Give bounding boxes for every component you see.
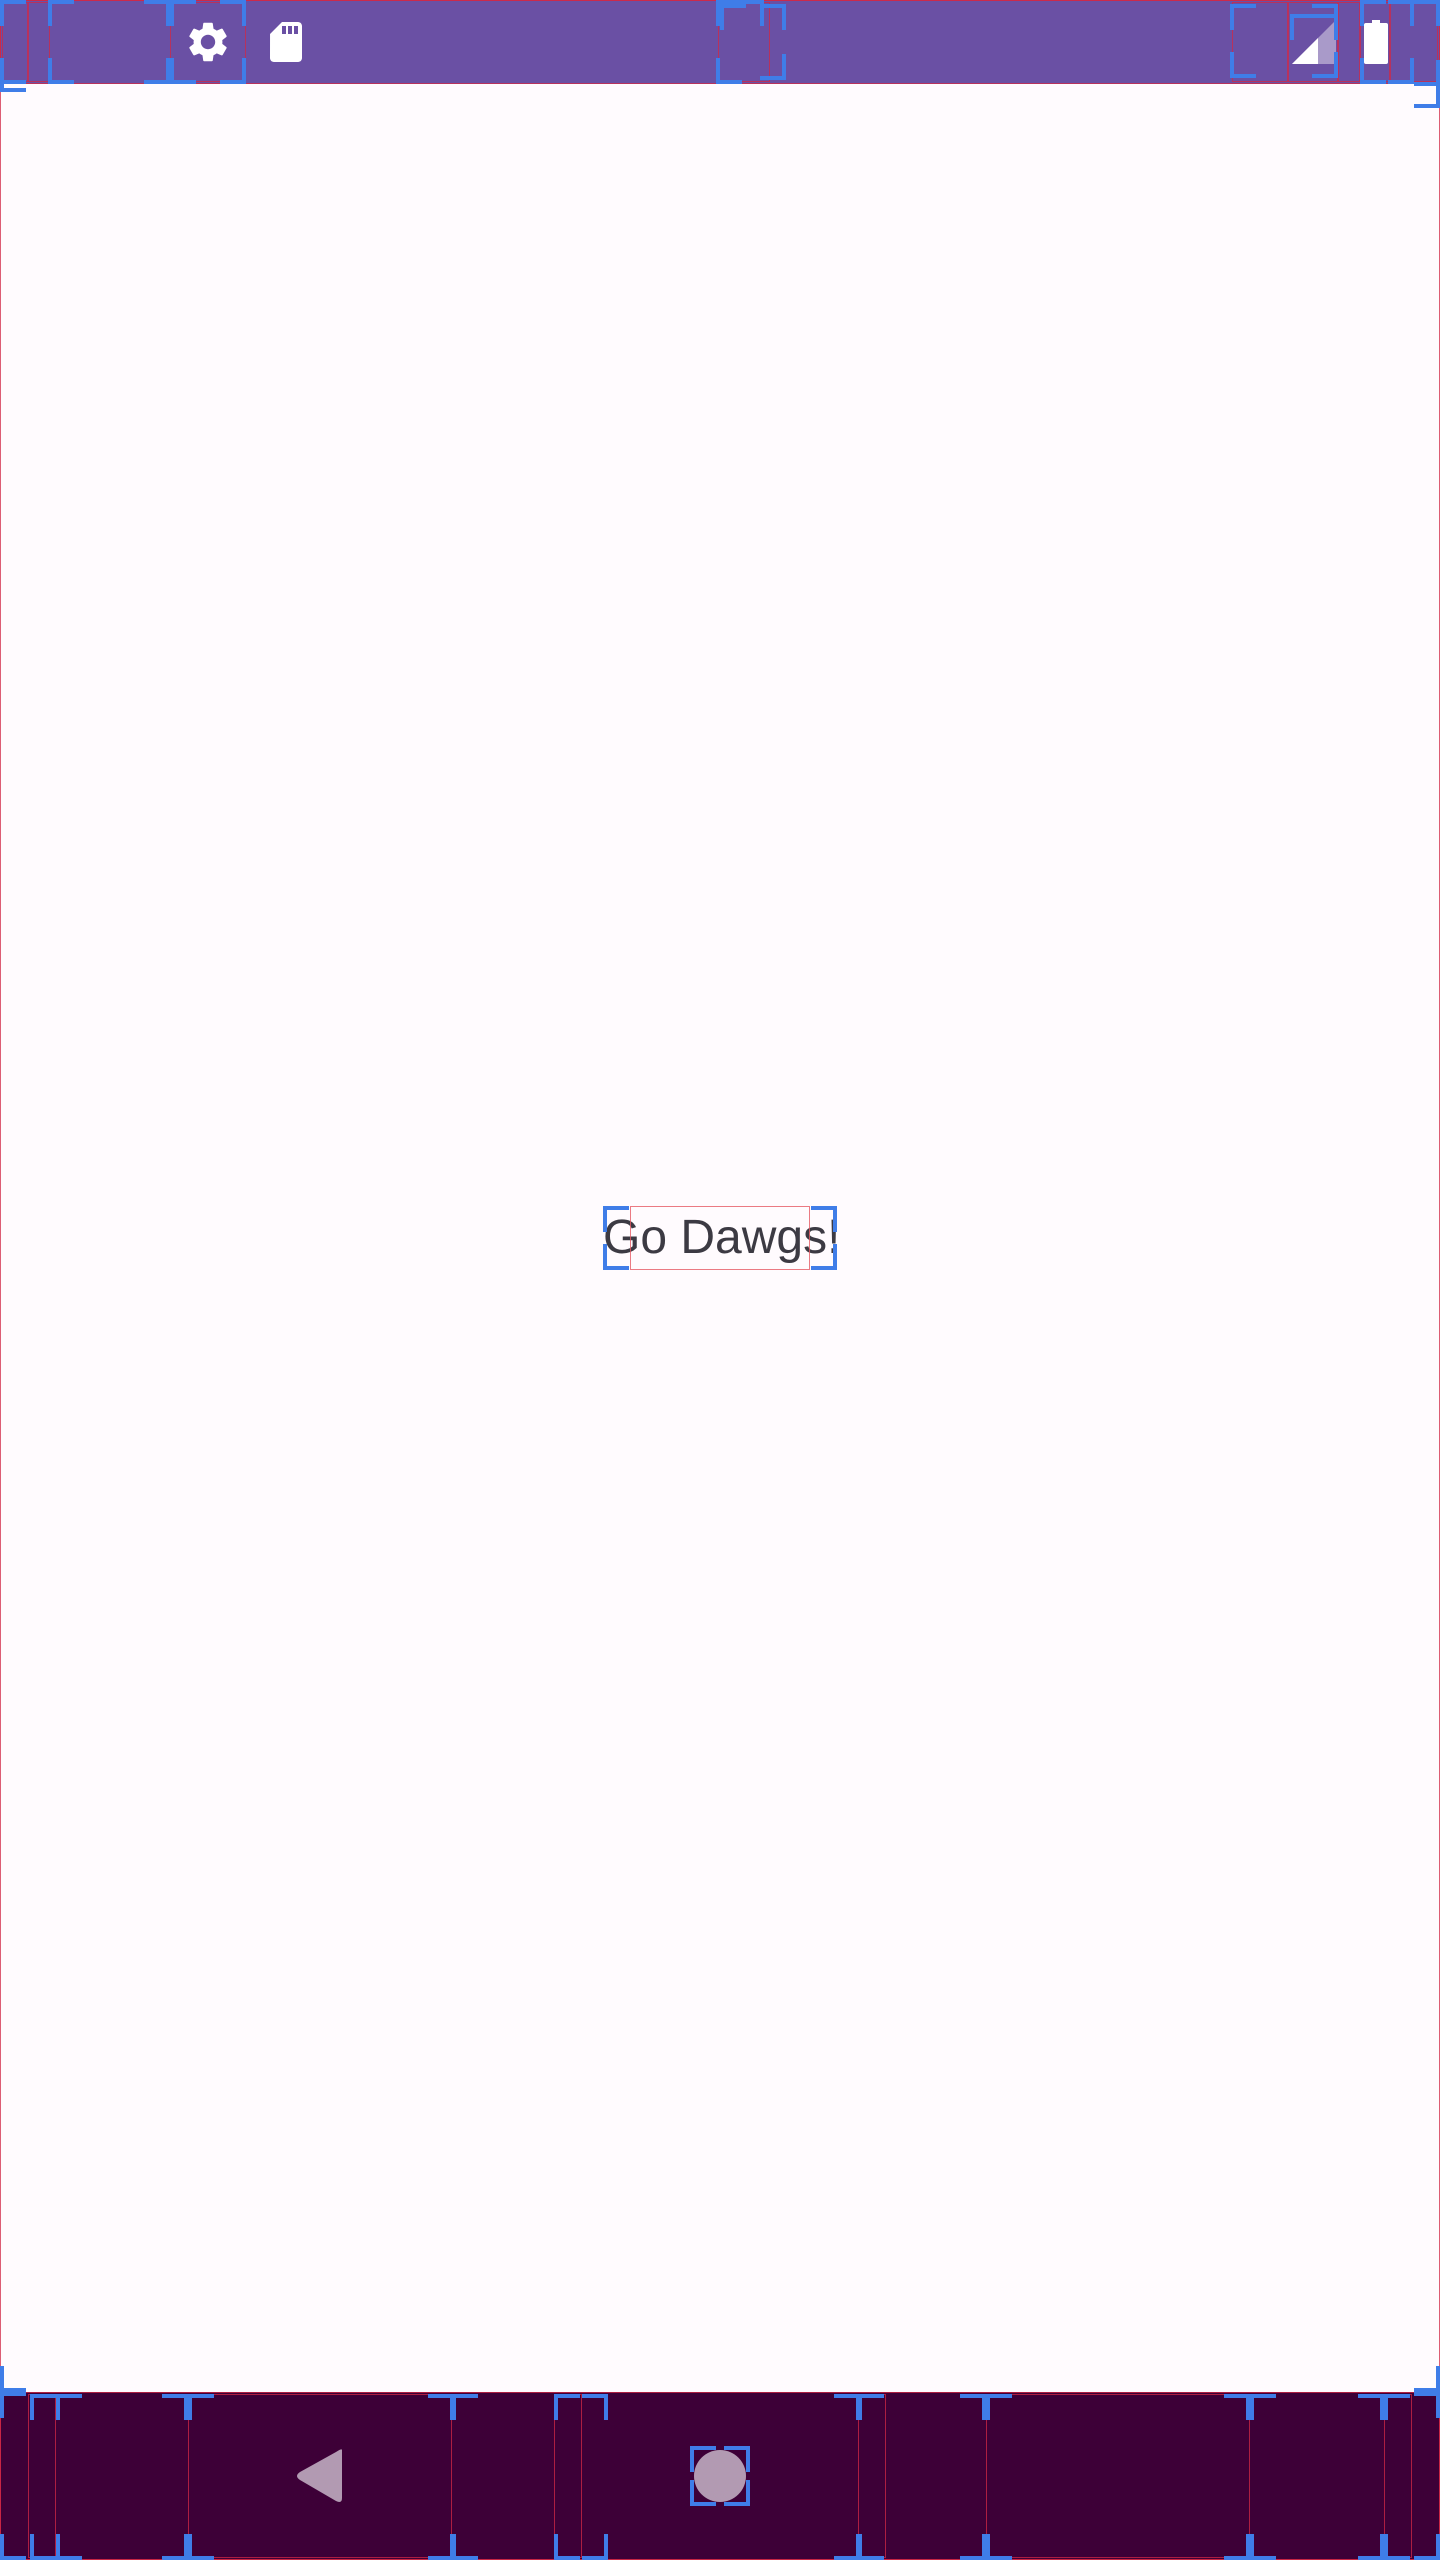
status-bar xyxy=(0,0,1440,84)
navigation-bar xyxy=(0,2392,1440,2560)
home-icon xyxy=(694,2450,746,2502)
sd-card-icon xyxy=(262,18,310,66)
battery-icon xyxy=(1364,20,1388,64)
cell-signal-icon xyxy=(1290,20,1338,66)
greeting-text: Go Dawgs! xyxy=(603,1211,841,1264)
back-icon xyxy=(297,2449,342,2502)
home-button[interactable] xyxy=(580,2392,860,2560)
gear-icon xyxy=(184,18,232,66)
back-button[interactable] xyxy=(188,2392,452,2560)
